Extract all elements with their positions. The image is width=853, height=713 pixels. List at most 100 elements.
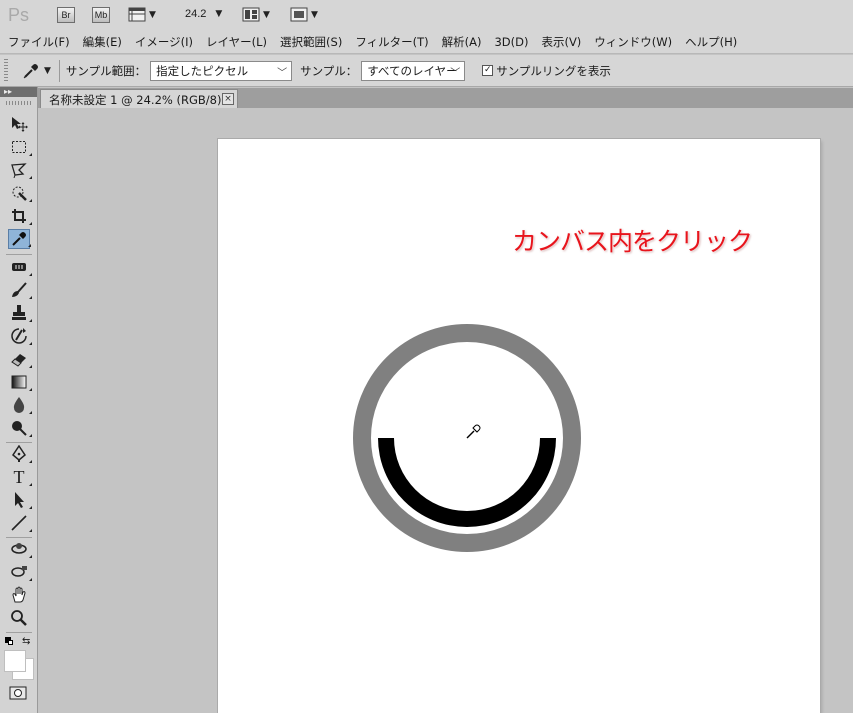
path-selection-tool-icon [15, 492, 24, 508]
history-brush-tool-icon [11, 328, 27, 344]
show-sampling-ring-checkbox[interactable]: ✓ [482, 65, 494, 76]
3d-rotate-tool[interactable] [8, 539, 32, 559]
show-sampling-ring-label: サンプルリングを表示 [496, 63, 611, 78]
clone-stamp-tool-icon [12, 305, 26, 320]
bridge-button[interactable]: Br [57, 7, 75, 23]
path-selection-tool[interactable] [8, 490, 32, 510]
sample-layers-select[interactable]: すべてのレイヤー ﹀ [361, 60, 466, 81]
spot-healing-tool[interactable] [8, 257, 32, 277]
eyedropper-tool-icon [12, 232, 26, 246]
view-extras-button[interactable]: ▼ [128, 7, 156, 22]
brush-tool[interactable] [8, 280, 32, 300]
instruction-annotation: カンバス内をクリック [512, 227, 753, 256]
menu-view[interactable]: 表示(V) [541, 34, 581, 50]
move-tool[interactable] [8, 114, 30, 134]
submenu-indicator [29, 483, 32, 486]
collapse-panel-button[interactable]: ▸▸ [0, 87, 37, 97]
divider [6, 442, 32, 443]
document-tab-title: 名称未設定 1 @ 24.2% (RGB/8) [49, 92, 222, 107]
close-tab-icon[interactable]: × [222, 93, 234, 105]
photoshop-logo: Ps [8, 5, 30, 25]
dodge-tool[interactable] [8, 418, 32, 438]
tool-preset-picker[interactable] [20, 60, 42, 82]
blur-tool-icon [13, 397, 25, 413]
document-tab[interactable]: 名称未設定 1 @ 24.2% (RGB/8) × [40, 89, 238, 109]
quick-selection-tool[interactable] [8, 183, 32, 203]
menu-edit[interactable]: 編集(E) [83, 34, 122, 50]
view-extras-icon [128, 7, 146, 22]
submenu-indicator [29, 319, 32, 322]
eraser-tool[interactable] [8, 349, 32, 369]
menu-layer[interactable]: レイヤー(L) [206, 34, 267, 50]
hand-tool-icon [12, 586, 26, 603]
submenu-indicator [29, 342, 32, 345]
menu-analysis[interactable]: 解析(A) [442, 34, 482, 50]
marquee-tool-icon [12, 141, 26, 153]
crop-tool[interactable] [8, 206, 32, 226]
submenu-indicator [29, 411, 32, 414]
eyedropper-tool[interactable] [8, 229, 31, 249]
submenu-indicator [29, 529, 32, 532]
zoom-level-value: 24.2 [185, 8, 207, 20]
quick-mask-icon [9, 686, 27, 700]
menu-select[interactable]: 選択範囲(S) [280, 34, 342, 50]
options-bar: ▼ サンプル範囲： 指定したピクセル ﹀ サンプル： すべてのレイヤー ﹀ ✓ … [0, 55, 853, 87]
show-sampling-ring-toggle[interactable]: ✓ サンプルリングを表示 [482, 63, 611, 79]
menu-window[interactable]: ウィンドウ(W) [594, 34, 672, 50]
sample-size-select[interactable]: 指定したピクセル ﹀ [150, 60, 293, 81]
3d-orbit-tool[interactable] [8, 562, 32, 582]
menu-3d[interactable]: 3D(D) [494, 35, 528, 49]
pen-tool-icon [12, 445, 26, 462]
type-tool-icon: T [13, 466, 25, 487]
divider [6, 254, 32, 255]
hand-tool[interactable] [8, 585, 30, 605]
submenu-indicator [29, 460, 32, 463]
tools-panel-grip[interactable] [6, 101, 31, 105]
chevron-down-icon: ▼ [215, 9, 223, 19]
divider [58, 59, 60, 82]
history-brush-tool[interactable] [8, 326, 32, 346]
tools-panel: ▸▸ T ⇆ [0, 87, 38, 713]
submenu-indicator [29, 222, 32, 225]
chevron-down-icon[interactable]: ▼ [44, 66, 51, 76]
chevron-down-icon: ▼ [149, 9, 156, 20]
eraser-tool-icon [11, 354, 26, 367]
zoom-level-dropdown[interactable]: 24.2 ▼ [185, 8, 222, 20]
submenu-indicator [29, 506, 32, 509]
line-tool-icon [11, 515, 27, 531]
default-colors-button[interactable] [5, 637, 13, 645]
lasso-tool-icon [11, 163, 27, 178]
submenu-indicator [29, 578, 32, 581]
line-tool[interactable] [8, 513, 32, 533]
sample-label: サンプル： [300, 63, 358, 78]
swap-colors-icon[interactable]: ⇆ [22, 636, 30, 647]
submenu-indicator [29, 153, 32, 156]
3d-rotate-tool-icon [11, 543, 27, 554]
minibridge-button[interactable]: Mb [92, 7, 110, 23]
lasso-tool[interactable] [8, 160, 32, 180]
chevron-down-icon: ﹀ [277, 67, 288, 79]
clone-stamp-tool[interactable] [8, 303, 32, 323]
marquee-tool[interactable] [8, 137, 32, 157]
eyedropper-icon [23, 63, 38, 78]
chevron-down-icon: ▼ [263, 9, 270, 20]
arrange-documents-button[interactable]: ▼ [242, 7, 270, 22]
blur-tool[interactable] [8, 395, 32, 415]
type-tool[interactable]: T [8, 466, 32, 487]
menu-help[interactable]: ヘルプ(H) [685, 34, 737, 50]
zoom-tool[interactable] [8, 608, 30, 628]
screen-mode-icon [290, 7, 308, 22]
submenu-indicator [29, 296, 32, 299]
menu-file[interactable]: ファイル(F) [8, 34, 70, 50]
foreground-color-swatch[interactable] [4, 650, 26, 672]
pen-tool[interactable] [8, 444, 32, 464]
sample-layers-value: すべてのレイヤー [367, 63, 458, 78]
screen-mode-button[interactable]: ▼ [290, 7, 318, 22]
gradient-tool[interactable] [8, 372, 32, 392]
submenu-indicator [29, 273, 32, 276]
menu-image[interactable]: イメージ(I) [135, 34, 193, 50]
quick-mask-button[interactable] [9, 686, 27, 703]
menu-filter[interactable]: フィルター(T) [355, 34, 428, 50]
divider [6, 537, 32, 538]
options-bar-grip[interactable] [4, 58, 8, 83]
